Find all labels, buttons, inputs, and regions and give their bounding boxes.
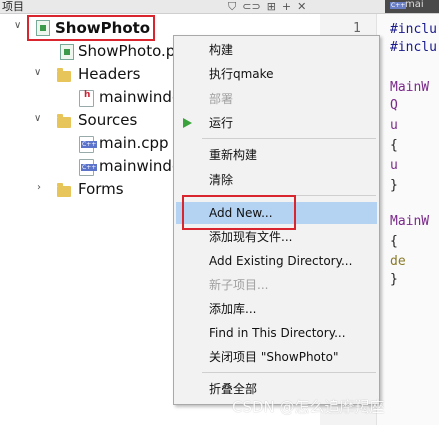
- tree-headers-folder[interactable]: Headers: [78, 63, 140, 86]
- menu-separator: [202, 138, 376, 139]
- tree-sources-folder[interactable]: Sources: [78, 109, 137, 132]
- line-number: 1: [353, 21, 361, 36]
- menu-item-clean[interactable]: 清除: [209, 172, 233, 188]
- tree-pro-file[interactable]: ShowPhoto.p: [78, 40, 175, 63]
- menu-item-build[interactable]: 构建: [209, 42, 233, 58]
- folder-icon: [57, 183, 71, 197]
- code-line: Q: [390, 98, 398, 113]
- menu-item-rebuild[interactable]: 重新构建: [209, 147, 257, 163]
- code-line: MainW: [390, 214, 430, 229]
- watermark: CSDN @怎么追摩羯座: [232, 398, 385, 416]
- chevron-down-icon[interactable]: ∨: [14, 20, 21, 31]
- code-line: {: [390, 234, 398, 249]
- menu-item-add-library[interactable]: 添加库...: [209, 301, 256, 317]
- editor-tab[interactable]: C++ mai: [385, 0, 439, 13]
- filter-icon[interactable]: ⛉: [228, 0, 236, 13]
- code-line: }: [390, 178, 398, 193]
- menu-separator: [202, 372, 376, 373]
- cpp-file-icon: C++: [390, 2, 407, 9]
- chevron-down-icon[interactable]: ∨: [34, 67, 41, 78]
- tree-header-file[interactable]: mainwindo: [99, 86, 181, 109]
- add-new-highlight-box: [182, 195, 296, 230]
- menu-item-new-subproject[interactable]: 新子项目...: [209, 277, 268, 293]
- split-icon[interactable]: ⊞: [267, 0, 276, 13]
- add-icon[interactable]: +: [282, 0, 291, 13]
- code-line: MainW: [390, 80, 430, 95]
- code-line: de: [390, 254, 406, 269]
- link-icon[interactable]: ⊂⊃: [242, 0, 260, 13]
- panel-toolbar: ⛉ ⊂⊃ ⊞ + ✕: [228, 0, 306, 13]
- tree-source-mainwindow[interactable]: mainwindo: [99, 155, 181, 178]
- menu-item-add-existing-directory[interactable]: Add Existing Directory...: [209, 253, 352, 269]
- close-icon[interactable]: ✕: [297, 0, 306, 13]
- code-line: u: [390, 158, 398, 173]
- tree-source-main[interactable]: main.cpp: [99, 132, 169, 155]
- project-panel-header: 项目 ⛉ ⊂⊃ ⊞ + ✕: [0, 0, 439, 14]
- chevron-right-icon[interactable]: ›: [37, 182, 41, 193]
- code-line: u: [390, 118, 398, 133]
- menu-item-qmake[interactable]: 执行qmake: [209, 66, 274, 82]
- menu-item-find-in-directory[interactable]: Find in This Directory...: [209, 325, 346, 341]
- menu-item-add-existing-files[interactable]: 添加现有文件...: [209, 229, 292, 245]
- menu-item-collapse-all[interactable]: 折叠全部: [209, 381, 257, 397]
- code-line: #inclu: [390, 22, 437, 37]
- pro-file-icon: [60, 44, 74, 60]
- code-line: }: [390, 272, 398, 287]
- menu-item-deploy[interactable]: 部署: [209, 91, 233, 107]
- menu-item-run[interactable]: 运行: [209, 115, 233, 131]
- chevron-down-icon[interactable]: ∨: [34, 113, 41, 124]
- editor-tab-label: mai: [405, 0, 424, 10]
- folder-icon: [57, 68, 71, 82]
- code-line: #inclu: [390, 40, 437, 55]
- cpp-file-icon: C++: [79, 136, 98, 153]
- folder-icon: [57, 114, 71, 128]
- cpp-file-icon: C++: [79, 159, 98, 176]
- panel-title: 项目: [2, 0, 24, 13]
- menu-item-close-project[interactable]: 关闭项目 "ShowPhoto": [209, 349, 338, 365]
- header-file-icon: h: [79, 90, 94, 107]
- run-icon: [183, 118, 192, 128]
- code-line: {: [390, 138, 398, 153]
- tree-forms-folder[interactable]: Forms: [78, 178, 124, 201]
- project-highlight-box: [27, 15, 155, 41]
